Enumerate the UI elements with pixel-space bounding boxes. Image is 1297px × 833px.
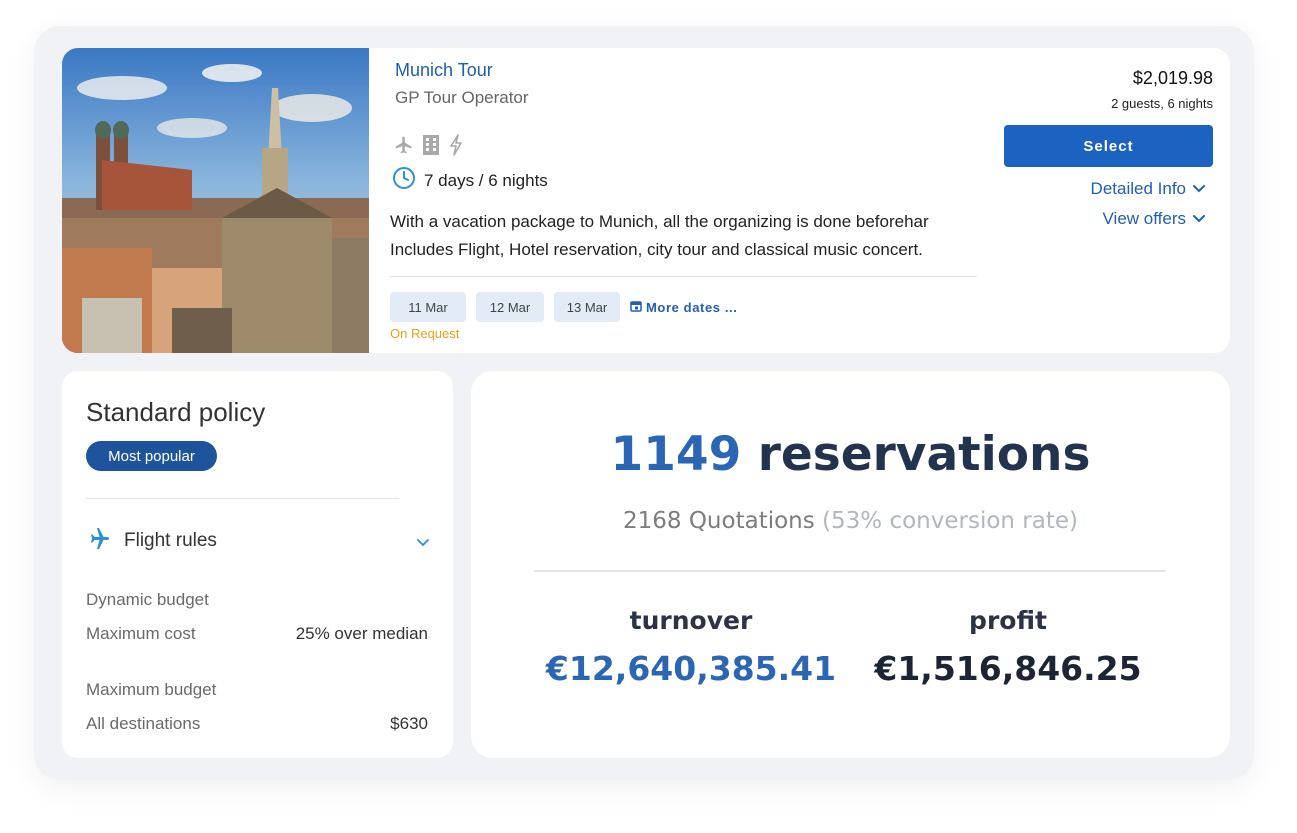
- divider: [86, 498, 399, 499]
- plane-icon: [86, 527, 110, 556]
- description-line: Includes Flight, Hotel reservation, city…: [390, 240, 923, 259]
- amenity-icons: [394, 134, 464, 156]
- tour-duration: 7 days / 6 nights: [392, 166, 548, 195]
- conversion-rate: (53% conversion rate): [822, 508, 1078, 534]
- tour-operator: GP Tour Operator: [395, 88, 529, 107]
- flight-rules-toggle[interactable]: Flight rules: [86, 527, 430, 555]
- divider: [390, 276, 977, 277]
- policy-card: Standard policy Most popular Flight rule…: [62, 371, 453, 758]
- calendar-icon: [630, 300, 642, 315]
- quotations-count: 2168 Quotations: [622, 508, 815, 534]
- flight-rules-label: Flight rules: [124, 530, 217, 551]
- reservations-headline: 1149 reservations: [471, 427, 1230, 482]
- stats-card: 1149 reservations 2168 Quotations (53% c…: [471, 371, 1230, 758]
- chevron-down-icon: [1192, 209, 1206, 229]
- tour-price: $2,019.98: [1132, 68, 1213, 88]
- munich-city-photo: [62, 48, 369, 353]
- max-cost-label: Maximum cost: [86, 624, 196, 643]
- detailed-info-label: Detailed Info: [1090, 179, 1186, 198]
- detailed-info-link[interactable]: Detailed Info: [1091, 179, 1206, 199]
- profit-value: €1,516,846.25: [874, 649, 1142, 688]
- description-line: With a vacation package to Munich, all t…: [390, 212, 929, 231]
- dynamic-budget-label: Dynamic budget: [86, 590, 209, 609]
- plane-icon: [394, 135, 414, 155]
- more-dates-link[interactable]: More dates ...: [630, 300, 737, 315]
- tour-description: With a vacation package to Munich, all t…: [390, 208, 977, 264]
- max-budget-label: Maximum budget: [86, 680, 217, 699]
- date-options: 11 Mar 12 Mar 13 Mar More dates ...: [390, 292, 737, 322]
- profit-label: profit: [969, 606, 1047, 635]
- availability-status: On Request: [390, 326, 460, 341]
- date-chip[interactable]: 12 Mar: [476, 292, 544, 322]
- turnover-value: €12,640,385.41: [545, 649, 837, 688]
- quotations-line: 2168 Quotations (53% conversion rate): [471, 508, 1230, 534]
- reservations-count: 1149: [610, 427, 742, 482]
- all-destinations-value: $630: [390, 714, 428, 733]
- most-popular-badge: Most popular: [86, 441, 217, 471]
- select-button[interactable]: Select: [1004, 125, 1213, 167]
- duration-text: 7 days / 6 nights: [424, 170, 548, 190]
- all-destinations-label: All destinations: [86, 714, 201, 733]
- view-offers-label: View offers: [1102, 209, 1186, 228]
- tour-title[interactable]: Munich Tour: [395, 60, 493, 81]
- max-cost-value: 25% over median: [295, 624, 428, 643]
- view-offers-link[interactable]: View offers: [1103, 209, 1206, 229]
- date-chip[interactable]: 11 Mar: [390, 292, 466, 322]
- more-dates-label: More dates ...: [646, 299, 738, 315]
- tour-card: Munich Tour GP Tour Operator 7 days / 6 …: [62, 48, 1230, 353]
- clock-icon: [392, 166, 416, 195]
- turnover-label: turnover: [629, 606, 753, 635]
- date-chip[interactable]: 13 Mar: [554, 292, 620, 322]
- chevron-down-icon: [1192, 179, 1206, 199]
- hotel-icon: [422, 135, 440, 155]
- divider: [534, 570, 1166, 572]
- chevron-down-icon: [416, 535, 430, 553]
- reservations-label: reservations: [757, 427, 1091, 482]
- lightning-icon: [448, 134, 464, 156]
- price-details: 2 guests, 6 nights: [1111, 96, 1213, 111]
- policy-title: Standard policy: [86, 397, 266, 427]
